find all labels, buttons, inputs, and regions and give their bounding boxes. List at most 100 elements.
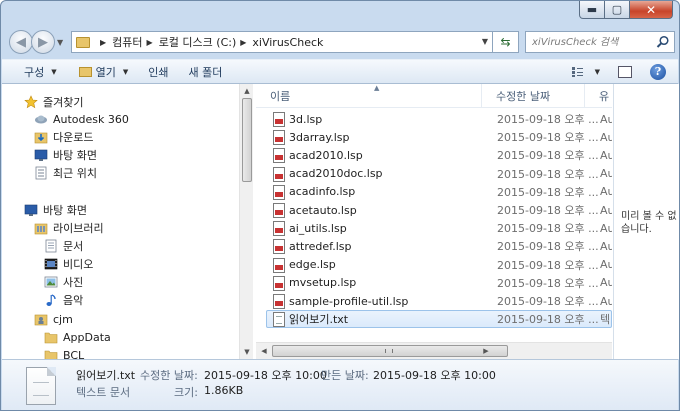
nav-item-favorites[interactable]: 즐겨찾기 <box>24 93 83 111</box>
column-headers: ▲ 이름 수정한 날짜 유 <box>256 84 612 108</box>
print-label: 인쇄 <box>148 65 169 79</box>
nav-item-videos[interactable]: 비디오 <box>44 255 93 273</box>
file-type: Au <box>600 239 612 253</box>
nav-item-recent-places[interactable]: 최근 위치 <box>34 164 97 182</box>
organize-button[interactable]: 구성 ▼ <box>14 60 67 83</box>
file-row[interactable]: attredef.lsp 2015-09-18 오후 ...Au <box>266 237 612 255</box>
file-row[interactable]: sample-profile-util.lsp 2015-09-18 오후 ...… <box>266 292 612 310</box>
nav-item-pictures[interactable]: 사진 <box>44 273 83 291</box>
file-modified-date: 2015-09-18 오후 ... <box>497 113 599 126</box>
nav-item-label: 비디오 <box>63 258 94 271</box>
views-dropdown[interactable]: ▼ <box>595 68 600 76</box>
chevron-right-icon[interactable]: ▶ <box>147 38 153 47</box>
grip-icon <box>385 349 393 353</box>
recent-pages-dropdown[interactable]: ▼ <box>57 38 63 47</box>
back-button[interactable]: ◀ <box>9 30 33 54</box>
forward-button[interactable]: ▶ <box>31 30 55 54</box>
minimize-button[interactable]: ▬ <box>579 1 605 19</box>
file-row[interactable]: acad2010.lsp 2015-09-18 오후 ...Au <box>266 146 612 164</box>
file-row[interactable]: acad2010doc.lsp 2015-09-18 오후 ...Au <box>266 165 612 183</box>
print-button[interactable]: 인쇄 <box>138 60 178 83</box>
search-box[interactable] <box>525 31 675 53</box>
nav-item-desktop[interactable]: 바탕 화면 <box>34 146 97 164</box>
nav-item-downloads[interactable]: 다운로드 <box>34 128 93 146</box>
details-size-label: 크기: <box>174 386 198 399</box>
nav-item-label: 라이브러리 <box>53 222 104 235</box>
file-row[interactable]: ai_utils.lsp 2015-09-18 오후 ...Au <box>266 219 612 237</box>
refresh-button[interactable]: ⇆ <box>493 31 519 53</box>
scroll-left-arrow-icon[interactable]: ◀ <box>256 343 272 359</box>
column-header-label: 이름 <box>270 90 291 103</box>
chevron-down-icon: ▼ <box>51 67 57 76</box>
file-row[interactable]: 3darray.lsp 2015-09-18 오후 ...Au <box>266 128 612 146</box>
file-type: Au <box>600 203 612 217</box>
file-row[interactable]: acetauto.lsp 2015-09-18 오후 ...Au <box>266 201 612 219</box>
nav-item-music[interactable]: 음악 <box>44 291 83 309</box>
preview-pane-icon[interactable] <box>618 65 632 78</box>
folder-icon <box>76 36 90 48</box>
nav-item-autodesk-360[interactable]: Autodesk 360 <box>34 110 129 128</box>
chevron-down-icon: ▼ <box>122 67 129 76</box>
recent-places-icon <box>35 166 47 180</box>
details-size-value: 1.86KB <box>204 384 244 397</box>
lisp-file-icon <box>273 275 285 291</box>
cloud-icon <box>35 115 47 124</box>
scroll-right-arrow-icon[interactable]: ▶ <box>478 343 494 359</box>
documents-icon <box>45 239 57 253</box>
details-created-label: 만든 날짜: <box>321 369 369 382</box>
search-icon[interactable] <box>656 35 670 49</box>
column-header-date[interactable]: 수정한 날짜 <box>482 84 585 108</box>
nav-item-libraries[interactable]: 라이브러리 <box>34 219 104 237</box>
chevron-right-icon[interactable]: ▶ <box>240 38 246 47</box>
nav-item-cjm[interactable]: cjm <box>34 310 73 328</box>
nav-item-bcl[interactable]: BCL <box>44 346 84 359</box>
lisp-file-icon <box>273 130 285 146</box>
file-row[interactable]: mvsetup.lsp 2015-09-18 오후 ...Au <box>266 274 612 292</box>
breadcrumb-computer[interactable]: 컴퓨터 <box>112 34 142 50</box>
user-folder-icon <box>34 314 48 326</box>
maximize-button[interactable]: ▢ <box>605 1 630 19</box>
file-list-horizontal-scrollbar[interactable]: ◀ ▶ <box>256 342 612 359</box>
scroll-up-arrow-icon[interactable]: ▲ <box>240 84 254 98</box>
file-row[interactable]: acadinfo.lsp 2015-09-18 오후 ...Au <box>266 183 612 201</box>
nav-item-label: Autodesk 360 <box>53 112 129 126</box>
file-type: Au <box>600 112 612 126</box>
breadcrumb-xiviruscheck[interactable]: xiVirusCheck <box>252 36 323 49</box>
nav-item-desktop-root[interactable]: 바탕 화면 <box>24 201 87 219</box>
scroll-down-arrow-icon[interactable]: ▼ <box>240 345 254 359</box>
details-file-name: 읽어보기.txt <box>76 369 136 382</box>
nav-item-documents[interactable]: 문서 <box>44 237 83 255</box>
organize-label: 구성 <box>24 65 45 79</box>
file-name: 읽어보기.txt <box>289 313 349 327</box>
file-type: Au <box>600 294 612 308</box>
file-name: acad2010doc.lsp <box>289 167 383 181</box>
lisp-file-icon <box>273 112 285 127</box>
column-header-name[interactable]: 이름 <box>256 84 482 108</box>
breadcrumb-local-disk[interactable]: 로컬 디스크 (C:) <box>159 34 237 50</box>
column-header-type[interactable]: 유 <box>585 84 612 108</box>
search-input[interactable] <box>532 36 652 48</box>
file-name: edge.lsp <box>289 258 336 272</box>
views-icon[interactable] <box>571 66 591 78</box>
file-row[interactable]: edge.lsp 2015-09-18 오후 ...Au <box>266 256 612 274</box>
close-button[interactable]: ✕ <box>630 1 673 19</box>
new-folder-button[interactable]: 새 폴더 <box>179 60 233 83</box>
downloads-folder-icon <box>34 132 48 144</box>
scrollbar-thumb[interactable] <box>242 98 252 182</box>
open-button[interactable]: 열기 ▼ <box>69 60 139 83</box>
file-modified-date: 2015-09-18 오후 ... <box>497 222 599 236</box>
nav-item-appdata[interactable]: AppData <box>44 328 111 346</box>
file-name: mvsetup.lsp <box>289 276 357 290</box>
desktop-icon <box>34 149 48 161</box>
file-row[interactable]: 읽어보기.txt 2015-09-18 오후 ... 텍 <box>266 310 612 329</box>
nav-pane-scrollbar[interactable]: ▲ ▼ <box>239 84 253 359</box>
scrollbar-thumb[interactable] <box>272 345 508 357</box>
details-modified-value: 2015-09-18 오후 10:00 <box>204 369 327 382</box>
address-dropdown[interactable]: ▼ <box>482 37 488 46</box>
help-icon[interactable]: ? <box>650 63 666 80</box>
file-row[interactable]: 3d.lsp 2015-09-18 오후 ...Au <box>266 110 612 128</box>
lisp-file-icon <box>273 294 285 309</box>
chevron-right-icon[interactable]: ▶ <box>100 38 106 47</box>
address-bar[interactable]: ▶ 컴퓨터 ▶ 로컬 디스크 (C:) ▶ xiVirusCheck ▼ <box>71 31 493 53</box>
file-name: acadinfo.lsp <box>289 185 356 199</box>
